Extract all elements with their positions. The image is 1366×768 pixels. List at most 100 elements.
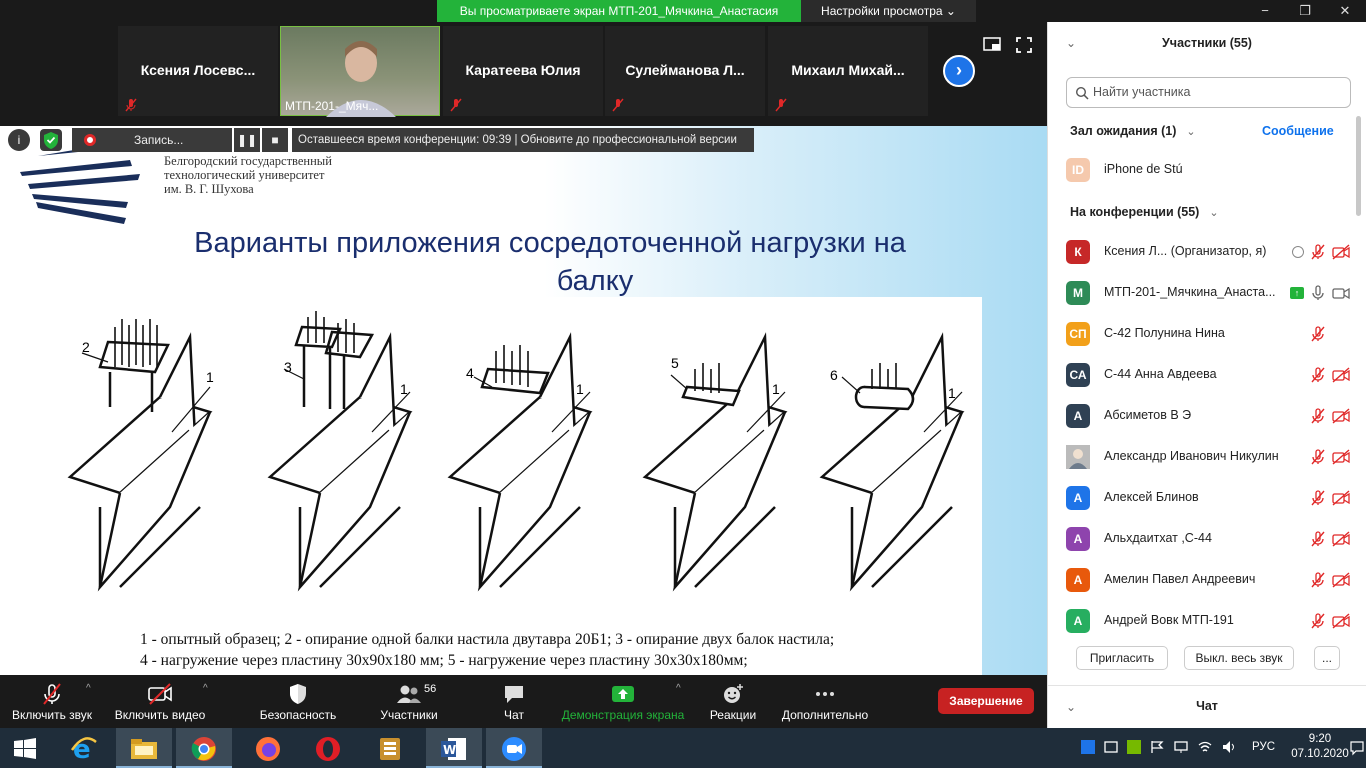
participant-row[interactable]: А Амелин Павел Андреевич [1066, 568, 1352, 596]
tray-bluetooth-icon[interactable] [1081, 740, 1095, 754]
mute-all-button[interactable]: Выкл. весь звук [1184, 646, 1294, 670]
muted-mic-icon [612, 98, 624, 112]
folder-icon [131, 739, 157, 759]
shield-check-icon[interactable] [40, 129, 62, 151]
tray-language[interactable]: РУС [1252, 741, 1275, 753]
smiley-icon [724, 684, 743, 703]
next-page-arrow-icon[interactable]: › [943, 55, 975, 87]
thumbnail-2-video[interactable]: МТП-201-_Мяч... [280, 26, 440, 117]
participant-row[interactable]: СП С-42 Полунина Нина [1066, 322, 1352, 350]
participants-label: Участники [380, 708, 438, 722]
caption-line-1: 1 - опытный образец; 2 - опирание одной … [140, 631, 835, 648]
security-button[interactable]: Безопасность [252, 675, 344, 728]
participant-name: Ксения Л... (Организатор, я) [1104, 244, 1267, 258]
view-settings-dropdown[interactable]: Настройки просмотра ⌄ [801, 0, 976, 22]
participant-row[interactable]: А Андрей Вовк МТП-191 [1066, 609, 1352, 637]
taskbar-chrome[interactable] [176, 728, 232, 768]
tray-network-icon[interactable] [1104, 740, 1118, 754]
thumbnail-name: Ксения Лосевс... [140, 62, 256, 78]
chat-button[interactable]: Чат [490, 675, 538, 728]
chevron-down-icon: ⌄ [1186, 126, 1196, 138]
more-button[interactable]: Дополнительно [776, 675, 874, 728]
participant-row[interactable]: К Ксения Л... (Организатор, я) [1066, 240, 1352, 268]
maximize-button[interactable]: ❐ [1285, 0, 1325, 22]
tray-nvidia-icon[interactable] [1127, 740, 1141, 754]
video-off-icon [1332, 367, 1350, 383]
participant-name: Алексей Блинов [1104, 490, 1199, 504]
tray-date: 07.10.2020 [1291, 748, 1349, 760]
thumbnail-1[interactable]: Ксения Лосевс... [118, 26, 278, 116]
message-waiting-link[interactable]: Сообщение [1262, 124, 1334, 138]
avatar: А [1066, 527, 1090, 551]
taskbar-ie[interactable]: e [56, 728, 112, 768]
taskbar-explorer[interactable] [116, 728, 172, 768]
beam-drawing-4 [642, 332, 788, 592]
muted-mic-icon [1311, 408, 1325, 424]
participant-row[interactable]: А Алексей Блинов [1066, 486, 1352, 514]
gallery-view-icon[interactable] [983, 37, 1001, 51]
muted-mic-icon [1311, 244, 1325, 260]
participant-row[interactable]: СА С-44 Анна Авдеева [1066, 363, 1352, 391]
participant-row[interactable]: А Альхдаитхат ,С-44 [1066, 527, 1352, 555]
label-1: 1 [400, 381, 408, 397]
video-off-icon [1332, 490, 1350, 506]
muted-mic-icon [775, 98, 787, 112]
invite-button[interactable]: Пригласить [1076, 646, 1168, 670]
chevron-down-icon: ⌄ [945, 4, 956, 18]
chat-section-header[interactable]: ⌄ Чат [1048, 685, 1366, 728]
participants-count: 56 [424, 683, 437, 695]
start-video-button[interactable]: Включить видео [108, 675, 212, 728]
panel-title: Участники (55) [1162, 36, 1252, 50]
taskbar-firefox[interactable] [240, 728, 296, 768]
panel-scrollbar[interactable] [1356, 116, 1361, 216]
thumbnail-name: Каратеева Юлия [465, 62, 581, 78]
video-options-caret-icon[interactable]: ^ [203, 683, 208, 694]
more-label: Дополнительно [781, 708, 869, 722]
tray-wifi-icon[interactable] [1198, 740, 1212, 754]
thumbnail-3[interactable]: Каратеева Юлия [443, 26, 603, 116]
windows-start-icon[interactable] [14, 738, 36, 760]
in-meeting-header[interactable]: На конференции (55) ⌄ [1070, 205, 1219, 219]
taskbar-word[interactable]: W [426, 728, 482, 768]
avatar: ID [1066, 158, 1090, 182]
tray-volume-icon[interactable] [1222, 740, 1238, 754]
security-label: Безопасность [259, 708, 337, 722]
participant-row[interactable]: Александр Иванович Никулин [1066, 445, 1352, 473]
beam-drawing-5 [819, 332, 965, 592]
participant-name: Альхдаитхат ,С-44 [1104, 531, 1212, 545]
participant-search-input[interactable]: Найти участника [1066, 77, 1351, 108]
tray-monitor-icon[interactable] [1174, 740, 1188, 754]
close-window-button[interactable]: ✕ [1325, 0, 1365, 22]
thumbnail-4[interactable]: Сулейманова Л... [605, 26, 765, 116]
chat-label: Чат [504, 708, 524, 722]
participants-button[interactable]: 56 Участники [370, 675, 448, 728]
pause-recording-button[interactable]: ❚❚ [234, 128, 260, 152]
unmute-label: Включить звук [11, 708, 93, 722]
university-line-3: им. В. Г. Шухова [164, 182, 254, 196]
taskbar-zoom[interactable] [486, 728, 542, 768]
waiting-participant-row[interactable]: ID iPhone de Stú [1066, 158, 1352, 186]
reactions-button[interactable]: Реакции [704, 675, 762, 728]
thumbnail-5[interactable]: Михаил Михай... [768, 26, 928, 116]
end-meeting-button[interactable]: Завершение [938, 688, 1034, 714]
stop-recording-button[interactable]: ■ [262, 128, 288, 152]
share-screen-button[interactable]: Демонстрация экрана [556, 675, 690, 728]
participant-row[interactable]: М МТП-201-_Мячкина_Анаста... ↑ [1066, 281, 1352, 309]
taskbar-opera[interactable] [300, 728, 356, 768]
taskbar-archive[interactable] [362, 728, 418, 768]
info-icon[interactable]: i [8, 129, 30, 151]
waiting-room-header[interactable]: Зал ожидания (1) ⌄ [1070, 124, 1196, 138]
participant-row[interactable]: А Абсиметов В Э [1066, 404, 1352, 432]
tray-clock[interactable]: 9:20 07.10.2020 [1290, 732, 1350, 762]
camera-icon [1332, 287, 1350, 300]
fullscreen-icon[interactable] [1016, 37, 1032, 53]
audio-options-caret-icon[interactable]: ^ [86, 683, 91, 694]
panel-more-button[interactable]: ... [1314, 646, 1340, 670]
minimize-button[interactable]: − [1245, 0, 1285, 22]
recording-indicator-icon [1292, 246, 1304, 258]
avatar: А [1066, 486, 1090, 510]
tray-flag-icon[interactable] [1150, 740, 1164, 754]
notifications-icon[interactable] [1350, 740, 1364, 756]
in-meeting-label: На конференции (55) [1070, 205, 1200, 219]
share-options-caret-icon[interactable]: ^ [676, 683, 681, 694]
